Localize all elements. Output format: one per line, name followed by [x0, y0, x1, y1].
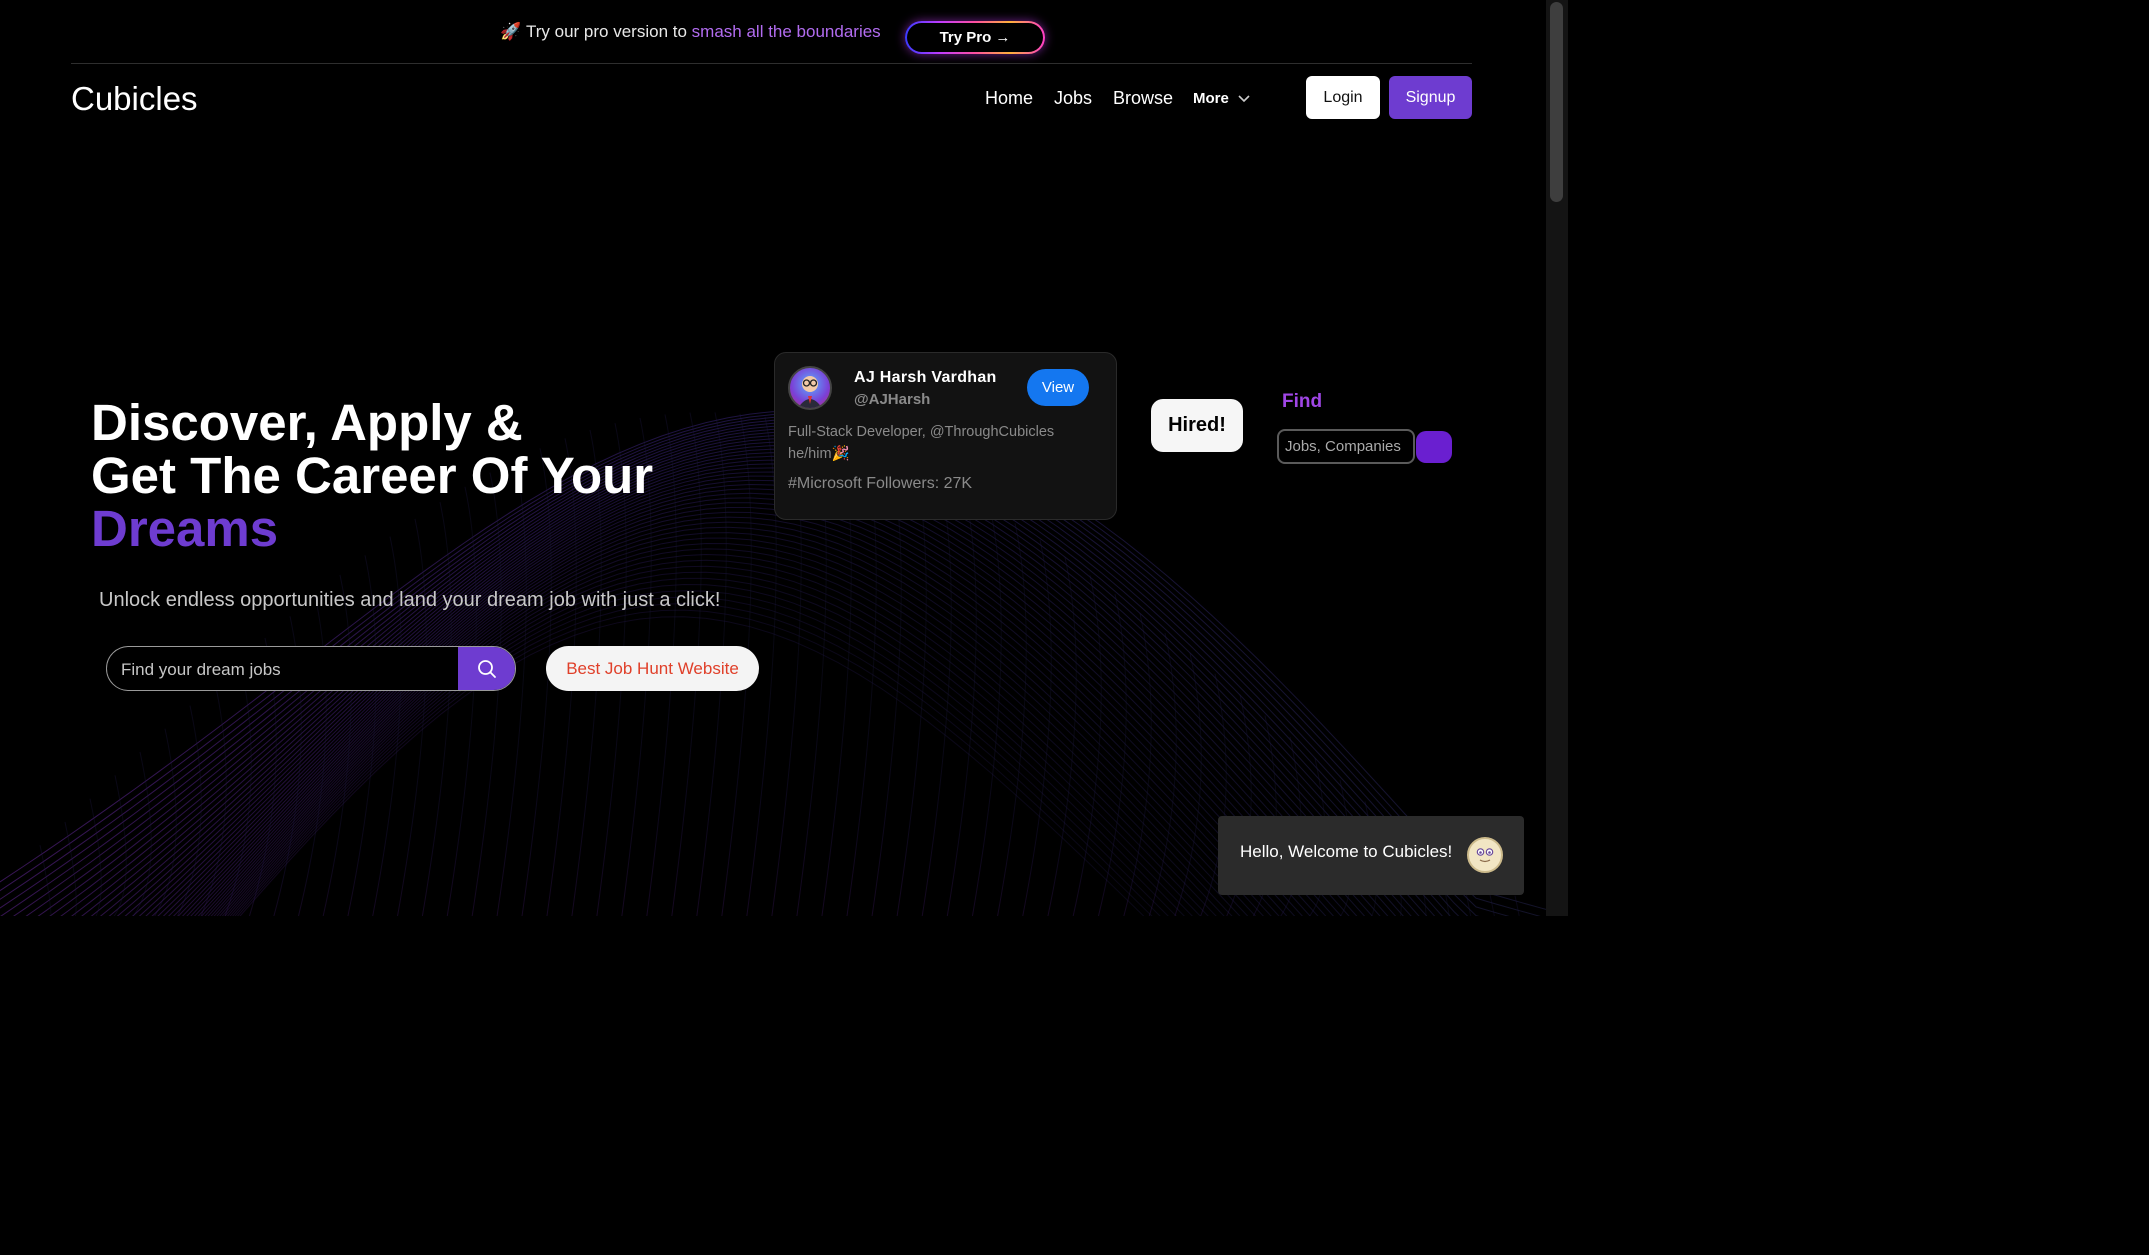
find-label: Find [1282, 391, 1323, 412]
scrollbar-thumb[interactable] [1550, 2, 1563, 202]
job-search-bar [106, 646, 516, 691]
nav-browse[interactable]: Browse [1113, 88, 1173, 109]
nav-more-dropdown[interactable]: More [1193, 90, 1251, 107]
profile-bio: Full-Stack Developer, @ThroughCubicles h… [788, 424, 1055, 462]
job-search-input[interactable] [119, 647, 453, 690]
profile-card: AJ Harsh Vardhan @AJHarsh View Full-Stac… [774, 352, 1117, 520]
smiley-face-icon [1467, 837, 1503, 873]
logo[interactable]: Cubicles [71, 80, 198, 118]
toast-text: Hello, Welcome to Cubicles! [1240, 842, 1453, 861]
nav-home[interactable]: Home [985, 88, 1033, 109]
promo-text-highlight: smash all the boundaries [691, 22, 881, 41]
profile-name: AJ Harsh Vardhan [854, 369, 997, 386]
best-job-hunt-badge[interactable]: Best Job Hunt Website [546, 646, 759, 691]
hero-title-line2: Get The Career Of Your [91, 447, 654, 504]
nav-jobs[interactable]: Jobs [1054, 88, 1092, 109]
promo-text-plain: Try our pro version to [526, 22, 687, 41]
hired-badge: Hired! [1151, 399, 1243, 452]
hero-title-accent: Dreams [91, 500, 279, 557]
view-profile-button[interactable]: View [1027, 369, 1089, 406]
promo-bar: 🚀 Try our pro version to smash all the bo… [0, 0, 1546, 64]
nav-more-label: More [1193, 90, 1229, 107]
try-pro-button[interactable]: Try Pro → [905, 21, 1045, 54]
rocket-icon: 🚀 [500, 22, 522, 41]
chevron-down-icon [1238, 95, 1250, 103]
promo-text: 🚀 Try our pro version to smash all the bo… [500, 22, 881, 42]
profile-handle: @AJHarsh [854, 391, 931, 408]
avatar-illustration [798, 376, 822, 408]
find-button[interactable] [1416, 431, 1452, 463]
divider [71, 63, 1472, 64]
smiley-face-drawing [1476, 848, 1494, 863]
login-button[interactable]: Login [1306, 76, 1380, 119]
search-button[interactable] [458, 647, 515, 690]
hero-title-line1: Discover, Apply & [91, 394, 523, 451]
signup-button[interactable]: Signup [1389, 76, 1472, 119]
avatar [788, 366, 832, 410]
search-icon [477, 659, 496, 678]
profile-followers: #Microsoft Followers: 27K [788, 475, 973, 492]
hero-subtitle: Unlock endless opportunities and land yo… [99, 589, 721, 611]
hero-title: Discover, Apply & Get The Career Of Your… [91, 396, 653, 555]
page-scrollbar[interactable] [1546, 0, 1568, 916]
find-input[interactable]: Jobs, Companies [1277, 429, 1415, 464]
welcome-toast[interactable]: Hello, Welcome to Cubicles! [1218, 816, 1524, 895]
try-pro-label: Try Pro → [907, 23, 1043, 52]
